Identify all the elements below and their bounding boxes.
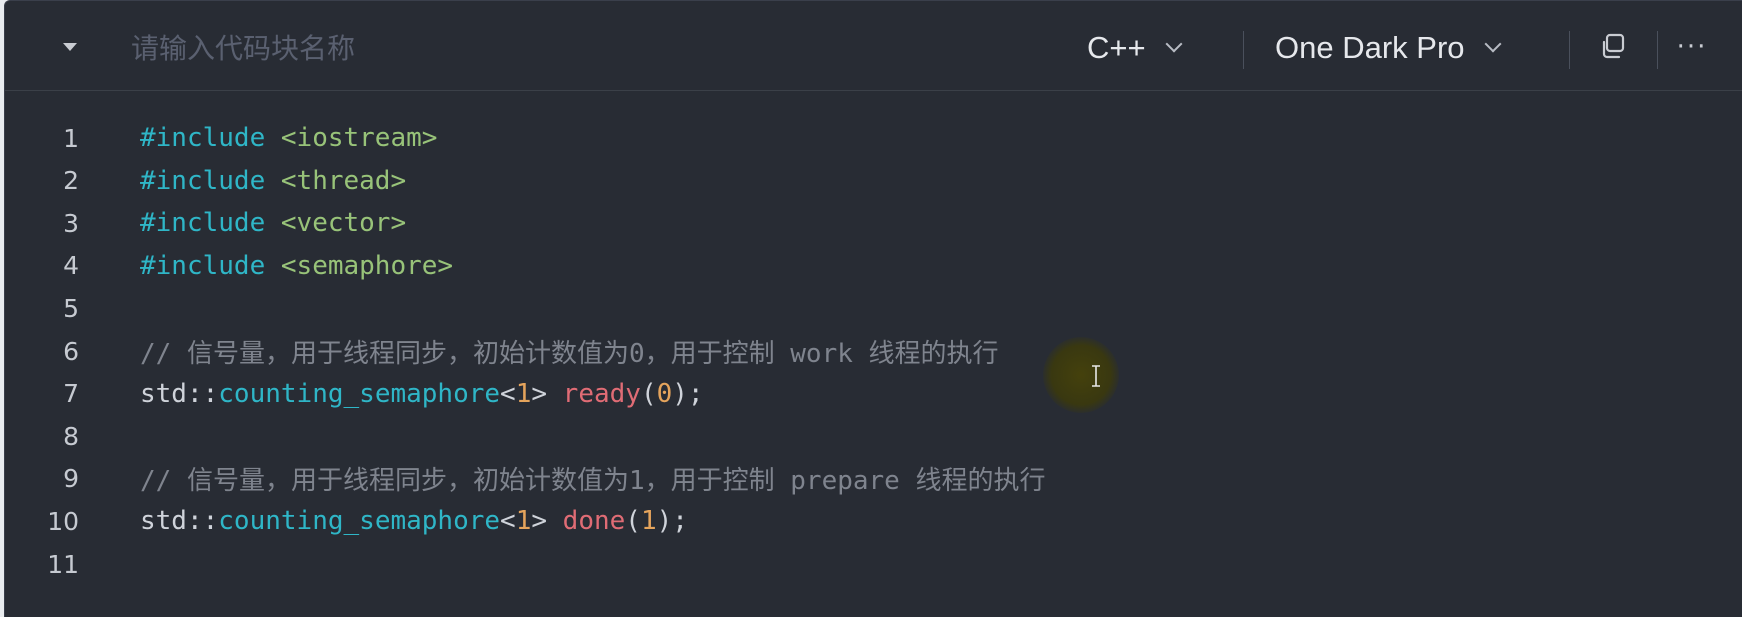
theme-label: One Dark Pro (1275, 30, 1465, 65)
more-icon: ··· (1676, 32, 1708, 62)
code-token: 1 (515, 378, 532, 409)
code-token: #include (140, 165, 281, 196)
line-number: 10 (47, 506, 79, 536)
line-number: 5 (63, 293, 79, 323)
line-number: 7 (63, 379, 79, 409)
code-text: // 信号量，用于线程同步，初始计数值为1，用于控制 prepare 线程的执行 (140, 460, 1046, 497)
code-token: #include (140, 123, 281, 153)
code-text: // 信号量，用于线程同步，初始计数值为0，用于控制 work 线程的执行 (140, 333, 999, 370)
more-options-button[interactable]: ··· (1669, 29, 1715, 65)
line-number: 9 (63, 464, 79, 494)
code-block: C++ One Dark Pro ··· 1 #include <iostream… (4, 0, 1742, 617)
code-line[interactable]: 6 // 信号量，用于线程同步，初始计数值为0，用于控制 work 线程的执行 (5, 328, 1742, 374)
code-line[interactable]: 9 // 信号量，用于线程同步，初始计数值为1，用于控制 prepare 线程的执… (5, 456, 1742, 502)
code-token: 1 (640, 506, 657, 537)
code-line[interactable]: 5 (5, 285, 1742, 331)
collapse-toggle[interactable] (57, 37, 83, 57)
code-token: <thread> (280, 165, 407, 196)
code-token: < (500, 506, 516, 537)
caret-down-icon (63, 43, 77, 51)
header-divider (1243, 31, 1244, 69)
line-number: 4 (63, 251, 79, 281)
line-number: 2 (63, 166, 79, 196)
code-line[interactable]: 3 #include <vector> (5, 200, 1742, 246)
code-token: ); (656, 506, 688, 537)
theme-select[interactable]: One Dark Pro (1275, 23, 1502, 73)
code-text: #include <vector> (140, 208, 406, 238)
line-number: 3 (63, 208, 79, 238)
code-token: done (562, 506, 626, 537)
code-token: counting_semaphore (218, 378, 501, 409)
copy-button[interactable] (1595, 29, 1631, 65)
code-token: ready (562, 378, 641, 409)
code-line[interactable]: 1 #include <iostream> (5, 115, 1742, 161)
code-token: > (531, 506, 563, 537)
code-token: std:: (140, 378, 219, 409)
header-divider (1657, 31, 1658, 69)
chevron-down-icon (1165, 35, 1183, 53)
code-line[interactable]: 2 #include <thread> (5, 158, 1742, 204)
code-line[interactable]: 8 (5, 413, 1742, 459)
code-line[interactable]: 7 std::counting_semaphore<1> ready(0); (5, 371, 1742, 417)
code-text: std::counting_semaphore<1> ready(0); (140, 379, 704, 409)
line-number: 1 (63, 123, 79, 153)
code-token: #include (140, 250, 281, 281)
copy-icon (1602, 33, 1625, 59)
line-number: 6 (63, 336, 79, 366)
language-label: C++ (1087, 30, 1146, 65)
code-line[interactable]: 4 #include <semaphore> (5, 243, 1742, 289)
code-line[interactable]: 11 (5, 541, 1742, 587)
code-token: > (531, 378, 563, 409)
code-token: 0 (656, 378, 673, 409)
code-token: <semaphore> (280, 250, 454, 281)
code-block-name-input[interactable] (131, 25, 831, 71)
code-token: < (500, 378, 516, 409)
code-token: ( (640, 378, 657, 409)
code-token: // 信号量，用于线程同步，初始计数值为0，用于控制 work 线程的执行 (140, 338, 999, 369)
header-divider (1569, 31, 1570, 69)
code-token: #include (140, 208, 281, 239)
code-text: std::counting_semaphore<1> done(1); (140, 506, 688, 536)
code-text: #include <semaphore> (140, 251, 453, 281)
code-text: #include <iostream> (140, 123, 437, 153)
chevron-down-icon (1484, 35, 1502, 53)
code-line[interactable]: 10 std::counting_semaphore<1> done(1); (5, 498, 1742, 544)
code-token: // 信号量，用于线程同步，初始计数值为1，用于控制 prepare 线程的执行 (140, 466, 1046, 497)
line-number: 8 (63, 421, 79, 451)
code-block-header: C++ One Dark Pro ··· (5, 1, 1742, 91)
code-token: ); (672, 378, 704, 409)
code-token: counting_semaphore (218, 506, 501, 537)
code-token: 1 (515, 506, 532, 537)
code-text: #include <thread> (140, 166, 406, 196)
code-token: <vector> (280, 208, 407, 239)
code-token: <iostream> (280, 123, 438, 153)
code-token: ( (625, 506, 641, 537)
language-select[interactable]: C++ (1087, 23, 1183, 73)
line-number: 11 (47, 549, 79, 579)
code-token: std:: (140, 506, 219, 537)
